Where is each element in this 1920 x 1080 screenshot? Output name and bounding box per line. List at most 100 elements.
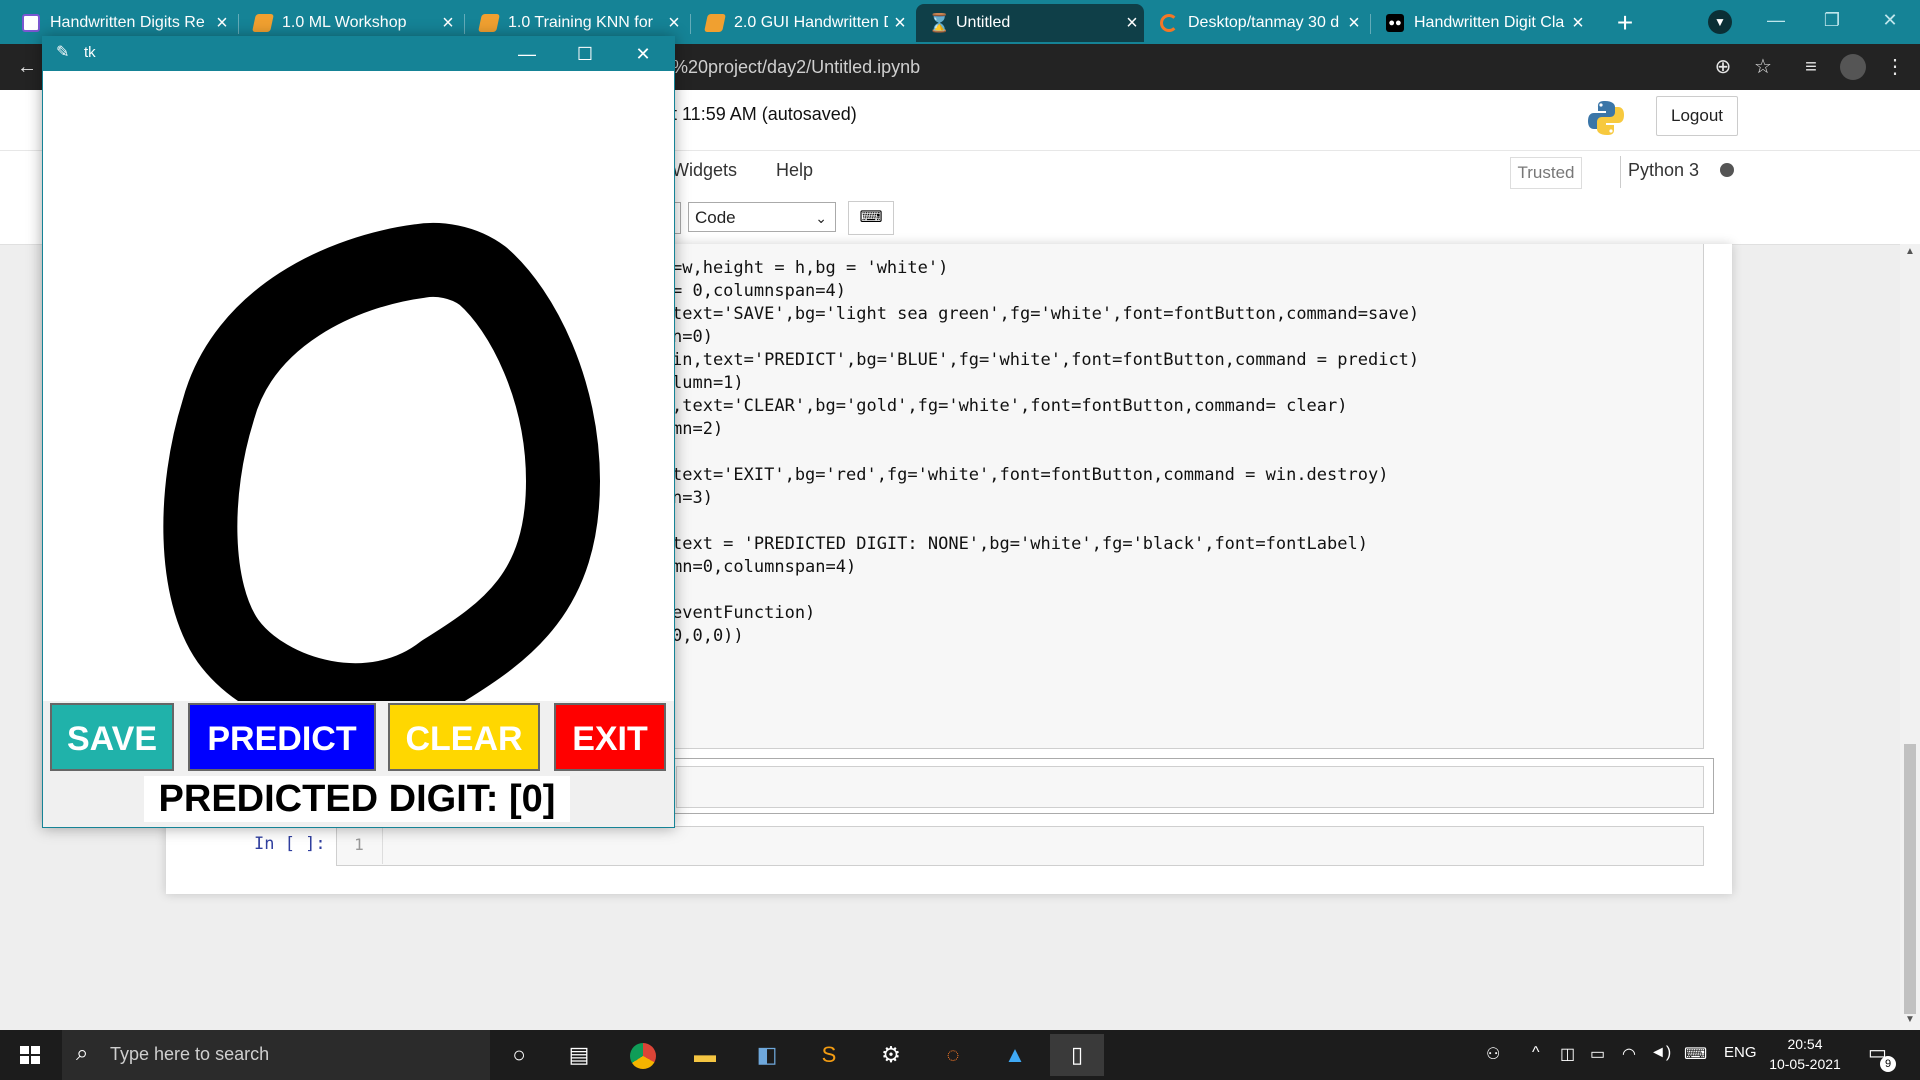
close-tab-icon[interactable]: × bbox=[436, 12, 460, 35]
scroll-up-icon[interactable]: ▲ bbox=[1900, 244, 1920, 260]
site-favicon-icon bbox=[22, 14, 40, 32]
python-idle-icon[interactable]: ◧ bbox=[740, 1034, 794, 1076]
code-line: = 0,columnspan=4) bbox=[672, 281, 846, 301]
close-tab-icon[interactable]: × bbox=[1342, 12, 1366, 35]
tab-title: 1.0 ML Workshop bbox=[282, 14, 407, 31]
taskbar-clock[interactable]: 20:54 10-05-2021 bbox=[1760, 1034, 1850, 1074]
cortana-icon[interactable]: ○ bbox=[492, 1034, 546, 1076]
handwritten-digit-stroke bbox=[163, 222, 600, 701]
wifi-icon[interactable]: ◠ bbox=[1622, 1044, 1636, 1064]
medium-favicon-icon: ●● bbox=[1386, 14, 1404, 32]
kebab-menu-icon[interactable]: ⋮ bbox=[1880, 52, 1910, 82]
kernel-name[interactable]: Python 3 bbox=[1628, 160, 1699, 181]
close-tab-icon[interactable]: × bbox=[1566, 12, 1590, 35]
people-icon[interactable]: ⚇ bbox=[1486, 1044, 1500, 1064]
code-line: 0,0,0)) bbox=[672, 626, 744, 646]
chevron-down-icon: ⌄ bbox=[815, 210, 827, 226]
search-placeholder: Type here to search bbox=[110, 1044, 270, 1064]
kernel-status-icon bbox=[1720, 163, 1734, 177]
notebook-favicon-icon bbox=[478, 14, 500, 32]
minimize-icon[interactable]: — bbox=[1748, 0, 1804, 44]
clear-button[interactable]: CLEAR bbox=[388, 703, 540, 771]
code-line: mn=2) bbox=[672, 419, 724, 439]
logout-button[interactable]: Logout bbox=[1656, 96, 1738, 136]
tab-title: Handwritten Digit Cla bbox=[1414, 14, 1565, 31]
drawing-canvas[interactable] bbox=[43, 71, 674, 701]
code-line: ,text='CLEAR',bg='gold',fg='white',font=… bbox=[672, 396, 1348, 416]
search-icon: ⌕ bbox=[76, 1040, 89, 1065]
close-tab-icon[interactable]: × bbox=[1120, 12, 1144, 35]
notebook-favicon-icon bbox=[252, 14, 274, 32]
profile-avatar[interactable] bbox=[1840, 54, 1866, 80]
empty-code-cell[interactable] bbox=[336, 826, 1704, 866]
battery-icon[interactable]: ▭ bbox=[1590, 1044, 1605, 1064]
settings-gear-icon[interactable]: ⚙ bbox=[864, 1034, 918, 1076]
language-indicator[interactable]: ENG bbox=[1724, 1044, 1757, 1061]
jupyter-icon[interactable]: ◌ bbox=[926, 1034, 980, 1076]
close-tab-icon[interactable]: × bbox=[888, 12, 912, 35]
tk-close-icon[interactable]: ✕ bbox=[614, 37, 672, 71]
code-line: lumn=1) bbox=[672, 373, 744, 393]
tab-title: Untitled bbox=[956, 14, 1011, 31]
code-line: text = 'PREDICTED DIGIT: NONE',bg='white… bbox=[672, 534, 1368, 554]
reading-list-icon[interactable]: ≡ bbox=[1796, 52, 1826, 82]
sublime-text-icon[interactable]: S bbox=[802, 1034, 856, 1076]
browser-tab[interactable]: Desktop/tanmay 30 d × bbox=[1148, 4, 1366, 42]
code-line: eventFunction) bbox=[672, 603, 816, 623]
trusted-indicator[interactable]: Trusted bbox=[1510, 157, 1582, 189]
file-explorer-icon[interactable]: ▬ bbox=[678, 1034, 732, 1076]
meet-now-icon[interactable]: ◫ bbox=[1560, 1044, 1575, 1064]
menubar-divider bbox=[1620, 156, 1621, 188]
touch-keyboard-icon[interactable]: ⌨ bbox=[1684, 1044, 1707, 1064]
tk-window-title: tk bbox=[84, 44, 96, 61]
cell-input[interactable] bbox=[676, 766, 1704, 808]
zoom-icon[interactable]: ⊕ bbox=[1708, 52, 1738, 82]
close-tab-icon[interactable]: × bbox=[662, 12, 686, 35]
predict-button[interactable]: PREDICT bbox=[188, 703, 376, 771]
chrome-icon[interactable] bbox=[616, 1034, 670, 1076]
menu-help[interactable]: Help bbox=[776, 160, 813, 181]
save-button[interactable]: SAVE bbox=[50, 703, 174, 771]
tab-separator bbox=[1370, 14, 1371, 34]
clock-time: 20:54 bbox=[1787, 1036, 1823, 1052]
close-tab-icon[interactable]: × bbox=[210, 12, 234, 35]
cell-type-value: Code bbox=[695, 208, 736, 227]
tk-maximize-icon[interactable]: ☐ bbox=[556, 37, 614, 71]
browser-tab[interactable]: 2.0 GUI Handwritten D × bbox=[694, 4, 912, 42]
notification-count-badge: 9 bbox=[1880, 1056, 1896, 1072]
notebook-favicon-icon bbox=[704, 14, 726, 32]
bookmark-star-icon[interactable]: ☆ bbox=[1748, 52, 1778, 82]
keyboard-shortcuts-button[interactable]: ⌨ bbox=[848, 201, 894, 235]
line-number: 1 bbox=[336, 826, 383, 864]
code-line: n=0) bbox=[672, 327, 713, 347]
browser-tab[interactable]: ●● Handwritten Digit Cla × bbox=[1374, 4, 1590, 42]
code-line: mn=0,columnspan=4) bbox=[672, 557, 857, 577]
scroll-down-icon[interactable]: ▼ bbox=[1900, 1012, 1920, 1028]
volume-icon[interactable]: ◄) bbox=[1650, 1044, 1671, 1062]
task-view-icon[interactable]: ▤ bbox=[552, 1034, 606, 1076]
tab-title: Handwritten Digits Re bbox=[50, 14, 205, 31]
address-bar[interactable]: %20project/day2/Untitled.ipynb bbox=[672, 52, 920, 82]
tab-search-icon[interactable]: ▼ bbox=[1708, 10, 1732, 34]
code-line: text='EXIT',bg='red',fg='white',font=fon… bbox=[672, 465, 1389, 485]
show-hidden-icons-chevron-icon[interactable]: ^ bbox=[1532, 1044, 1540, 1062]
cell-type-select[interactable]: Code ⌄ bbox=[688, 202, 836, 232]
scrollbar-thumb[interactable] bbox=[1904, 744, 1916, 1014]
jupyter-favicon-icon bbox=[1160, 14, 1178, 32]
close-window-icon[interactable]: ✕ bbox=[1862, 0, 1918, 44]
back-arrow-icon[interactable]: ← bbox=[12, 52, 42, 82]
browser-tab-active[interactable]: ⌛ Untitled × bbox=[916, 4, 1144, 42]
exit-button[interactable]: EXIT bbox=[554, 703, 666, 771]
restore-icon[interactable]: ❐ bbox=[1804, 0, 1860, 44]
code-line: in,text='PREDICT',bg='BLUE',fg='white',f… bbox=[672, 350, 1420, 370]
photos-icon[interactable]: ▲ bbox=[988, 1034, 1042, 1076]
tk-minimize-icon[interactable]: — bbox=[498, 37, 556, 71]
tab-separator bbox=[690, 14, 691, 34]
new-tab-button[interactable]: + bbox=[1610, 4, 1640, 42]
windows-start-icon[interactable] bbox=[0, 1030, 60, 1080]
document-icon[interactable]: ▯ bbox=[1050, 1034, 1104, 1076]
keyboard-icon: ⌨ bbox=[859, 209, 883, 226]
feather-icon: ✎ bbox=[56, 44, 70, 61]
code-line: n=3) bbox=[672, 488, 713, 508]
menu-widgets[interactable]: Widgets bbox=[672, 160, 737, 181]
